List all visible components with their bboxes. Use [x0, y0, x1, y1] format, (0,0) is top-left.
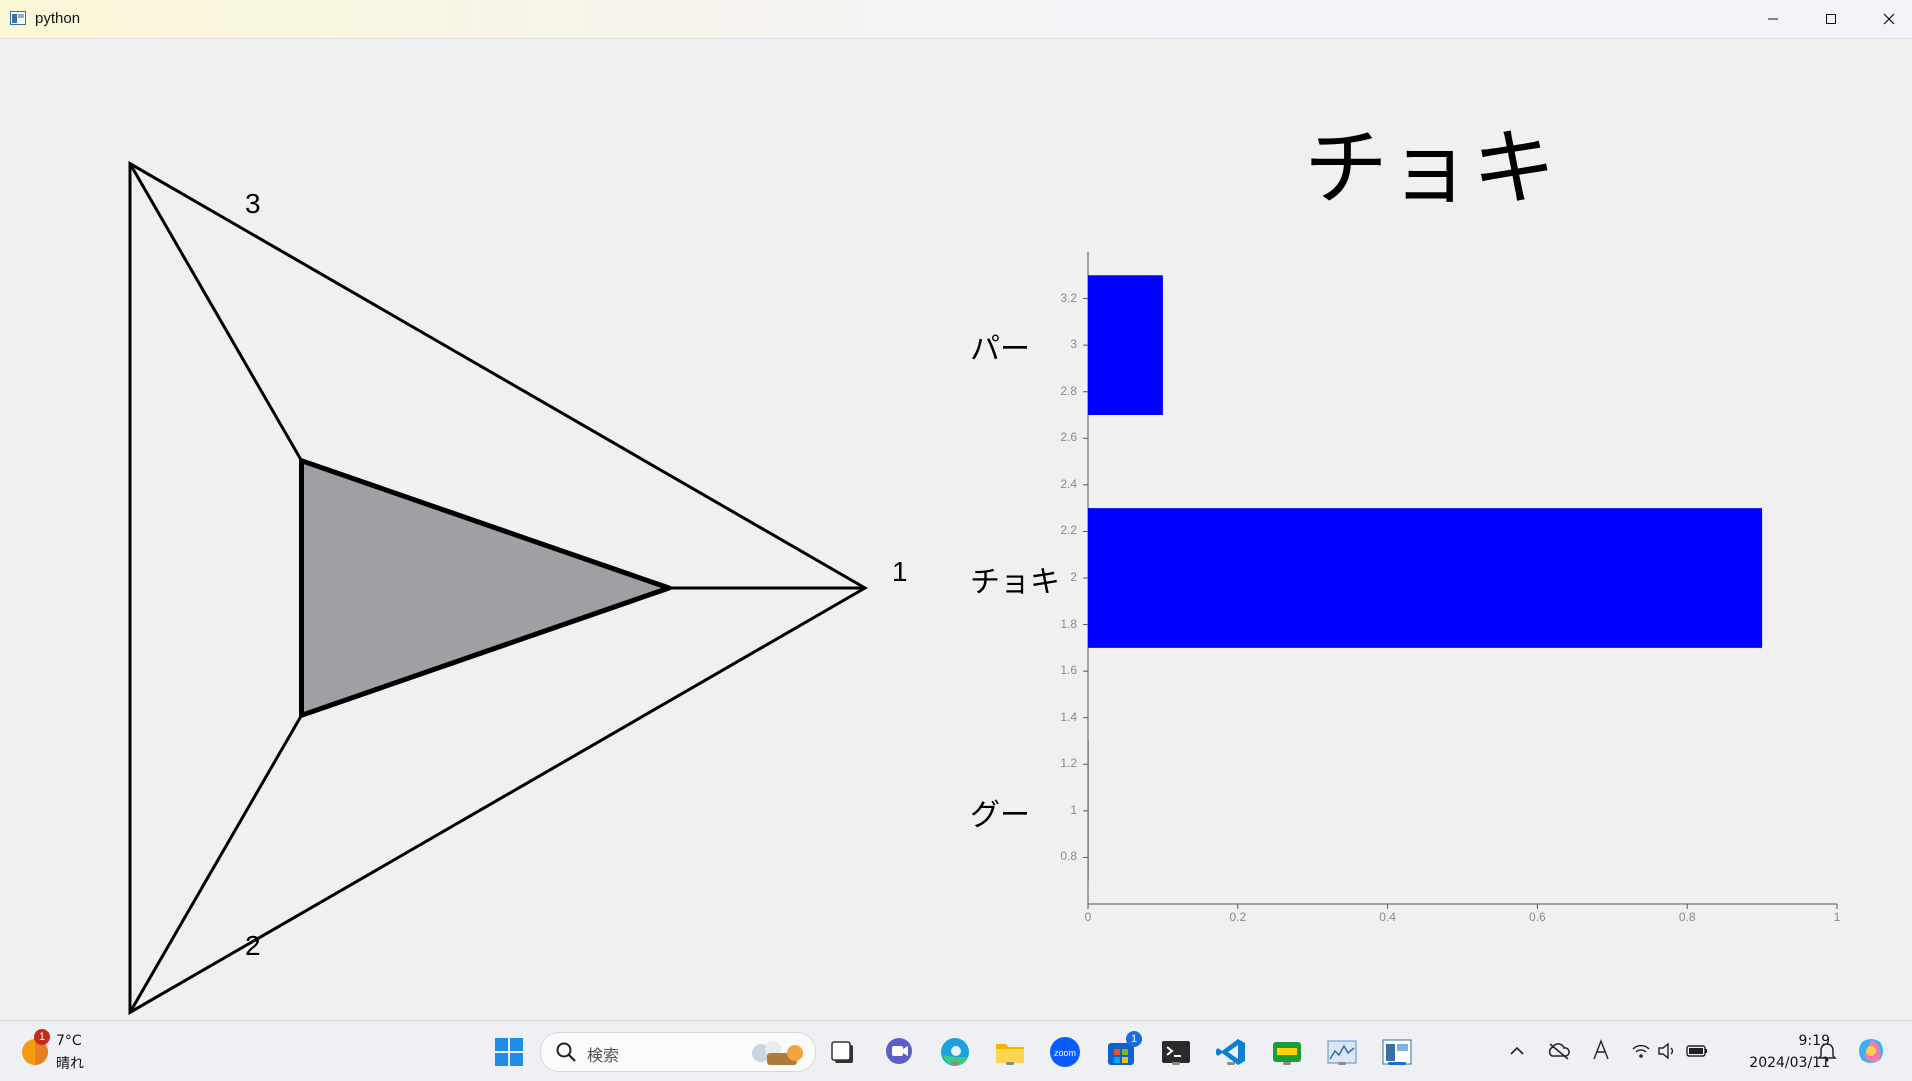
zoom-button[interactable]: zoom: [1048, 1035, 1082, 1069]
category-label-1: グー: [970, 797, 1030, 833]
svg-text:zoom: zoom: [1054, 1048, 1076, 1058]
green-app-button[interactable]: [1270, 1035, 1304, 1069]
ytick-label-0: 0.8: [1060, 849, 1077, 864]
copilot-icon[interactable]: [1856, 1036, 1886, 1066]
notification-bell-icon[interactable]: [1816, 1040, 1838, 1062]
ytick-label-2: 1.2: [1060, 756, 1077, 771]
taskbar-search-box[interactable]: 検索: [540, 1032, 816, 1072]
ytick-label-7: 2.2: [1060, 523, 1077, 538]
vscode-button[interactable]: [1214, 1035, 1248, 1069]
search-icon: [556, 1042, 576, 1062]
weather-widget[interactable]: 1 7°C 晴れ: [12, 1021, 122, 1081]
store-badge: 1: [1126, 1031, 1142, 1047]
teams-chat-icon: [886, 1038, 912, 1064]
edge-button[interactable]: [938, 1035, 972, 1069]
weather-badge: 1: [34, 1029, 50, 1045]
ime-mode-icon[interactable]: [1591, 1039, 1611, 1061]
ytick-label-3: 1.4: [1060, 709, 1077, 724]
task-view-icon: [831, 1041, 853, 1063]
minimize-button[interactable]: [1744, 0, 1802, 38]
weather-temperature: 7°C: [56, 1033, 82, 1049]
ytick-label-6: 2: [1070, 570, 1077, 584]
green-app-running-indicator: [1283, 1062, 1291, 1065]
edge-running-indicator: [951, 1062, 959, 1065]
terminal-running-indicator: [1172, 1062, 1180, 1065]
ytick-label-12: 3.2: [1060, 290, 1077, 305]
figure-canvas: 1 2 3 チョキ グー チョキ パー 0.8 1 1.2 1.4 1.6 1.8 2 2.2 2.4…: [0, 38, 1912, 1020]
resource-monitor-button[interactable]: [1325, 1035, 1359, 1069]
minimize-icon: [1768, 18, 1778, 20]
title-bar: python: [0, 0, 1912, 39]
terminal-button[interactable]: [1159, 1035, 1193, 1069]
bar-2: [1088, 508, 1763, 648]
zoom-icon: zoom: [1050, 1037, 1080, 1067]
wifi-icon[interactable]: [1631, 1041, 1651, 1061]
task-view-button[interactable]: [826, 1035, 860, 1069]
resource-monitor-running-indicator: [1338, 1062, 1346, 1065]
python-app-icon: [10, 11, 26, 25]
ytick-label-5: 1.8: [1060, 616, 1077, 631]
close-button[interactable]: [1860, 0, 1912, 38]
volume-icon[interactable]: [1657, 1041, 1679, 1061]
store-button[interactable]: 1: [1104, 1031, 1142, 1069]
close-icon: [1883, 13, 1895, 25]
battery-icon[interactable]: [1685, 1041, 1709, 1061]
ytick-label-10: 2.8: [1060, 383, 1077, 398]
bar-1: [1088, 741, 1089, 881]
xtick-label-2: 0.4: [1379, 910, 1396, 924]
category-label-3: パー: [970, 332, 1030, 368]
windows-start-icon: [495, 1038, 523, 1066]
ytick-label-1: 1: [1070, 802, 1077, 817]
maximize-button[interactable]: [1802, 0, 1860, 38]
file-explorer-button[interactable]: [993, 1035, 1027, 1069]
system-tray: [1505, 1021, 1707, 1081]
xtick-label-0: 0: [1084, 910, 1092, 924]
window-title: python: [35, 10, 81, 27]
xtick-label-3: 0.6: [1529, 910, 1546, 924]
teams-button[interactable]: [882, 1035, 916, 1069]
taskbar: 1 7°C 晴れ 検索 zoom 1 9:19 2024/03/11: [0, 1020, 1912, 1081]
bar-3: [1088, 275, 1163, 415]
python-window-active-indicator: [1388, 1062, 1406, 1065]
ytick-label-11: 3: [1070, 337, 1077, 352]
explorer-running-indicator: [1006, 1062, 1014, 1065]
search-highlight-icon: [752, 1041, 803, 1065]
xtick-label-5: 1: [1833, 910, 1841, 924]
start-button[interactable]: [492, 1035, 526, 1069]
xtick-label-1: 0.2: [1229, 910, 1247, 924]
vscode-running-indicator: [1227, 1062, 1235, 1065]
xtick-label-4: 0.8: [1678, 910, 1696, 924]
ytick-label-4: 1.6: [1060, 663, 1077, 678]
ytick-label-9: 2.6: [1060, 430, 1077, 445]
search-placeholder: 検索: [587, 1046, 620, 1065]
onedrive-cloud-icon[interactable]: [1547, 1041, 1571, 1061]
chevron-up-icon[interactable]: [1507, 1041, 1527, 1061]
maximize-icon: [1826, 14, 1836, 24]
ytick-label-8: 2.4: [1060, 476, 1077, 491]
bar-chart: [1083, 252, 1838, 909]
clock-date: 2024/03/11: [1749, 1055, 1830, 1071]
weather-condition: 晴れ: [56, 1056, 84, 1072]
python-window-button[interactable]: [1380, 1035, 1414, 1069]
